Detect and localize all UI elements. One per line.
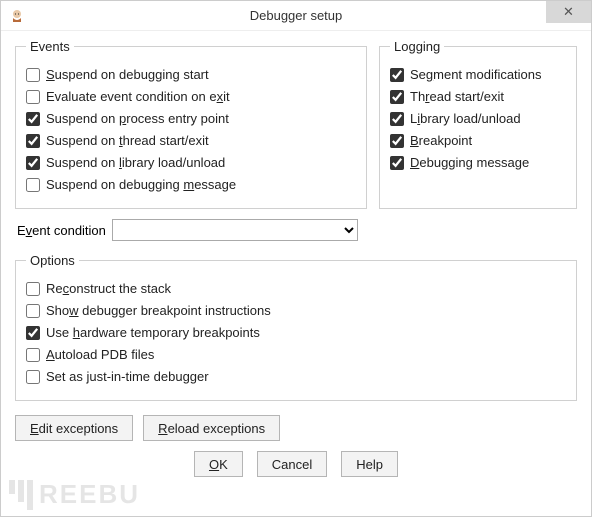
logging-item-label: Debugging message	[410, 154, 529, 172]
events-legend: Events	[26, 39, 74, 54]
window-title: Debugger setup	[1, 8, 591, 23]
events-item-label: Suspend on debugging start	[46, 66, 209, 84]
events-item-row: Suspend on debugging message	[26, 176, 356, 194]
logging-item-row: Debugging message	[390, 154, 566, 172]
help-button[interactable]: Help	[341, 451, 398, 477]
events-item-label: Suspend on process entry point	[46, 110, 229, 128]
events-item-checkbox-3[interactable]	[26, 134, 40, 148]
options-item-checkbox-4[interactable]	[26, 370, 40, 384]
options-item-checkbox-3[interactable]	[26, 348, 40, 362]
events-item-row: Suspend on debugging start	[26, 66, 356, 84]
logging-item-row: Library load/unload	[390, 110, 566, 128]
events-item-row: Suspend on process entry point	[26, 110, 356, 128]
options-item-row: Set as just-in-time debugger	[26, 368, 566, 386]
events-item-checkbox-5[interactable]	[26, 178, 40, 192]
ok-button[interactable]: OK	[194, 451, 243, 477]
logging-item-label: Thread start/exit	[410, 88, 504, 106]
options-item-label: Show debugger breakpoint instructions	[46, 302, 271, 320]
options-item-label: Reconstruct the stack	[46, 280, 171, 298]
events-group: Events Suspend on debugging start Evaluat…	[15, 39, 367, 209]
edit-exceptions-button[interactable]: Edit exceptions	[15, 415, 133, 441]
options-item-label: Set as just-in-time debugger	[46, 368, 209, 386]
dialog-body: Events Suspend on debugging start Evaluat…	[1, 31, 591, 491]
events-item-checkbox-2[interactable]	[26, 112, 40, 126]
logging-group: Logging Segment modifications Thread star…	[379, 39, 577, 209]
close-icon: ✕	[563, 4, 574, 19]
reload-exceptions-button[interactable]: Reload exceptions	[143, 415, 280, 441]
logging-item-label: Library load/unload	[410, 110, 521, 128]
events-item-row: Evaluate event condition on exit	[26, 88, 356, 106]
options-item-label: Use hardware temporary breakpoints	[46, 324, 260, 342]
logging-item-row: Segment modifications	[390, 66, 566, 84]
events-item-checkbox-1[interactable]	[26, 90, 40, 104]
cancel-button[interactable]: Cancel	[257, 451, 327, 477]
logging-item-checkbox-1[interactable]	[390, 90, 404, 104]
event-condition-row: Event condition	[17, 219, 575, 241]
logging-item-checkbox-0[interactable]	[390, 68, 404, 82]
events-item-row: Suspend on library load/unload	[26, 154, 356, 172]
logging-item-label: Breakpoint	[410, 132, 472, 150]
options-item-checkbox-2[interactable]	[26, 326, 40, 340]
logging-item-checkbox-4[interactable]	[390, 156, 404, 170]
events-item-checkbox-0[interactable]	[26, 68, 40, 82]
logging-item-row: Breakpoint	[390, 132, 566, 150]
events-item-label: Evaluate event condition on exit	[46, 88, 230, 106]
titlebar: Debugger setup ✕	[1, 1, 591, 31]
options-item-checkbox-0[interactable]	[26, 282, 40, 296]
options-item-checkbox-1[interactable]	[26, 304, 40, 318]
events-item-label: Suspend on library load/unload	[46, 154, 225, 172]
events-item-label: Suspend on debugging message	[46, 176, 236, 194]
options-item-row: Use hardware temporary breakpoints	[26, 324, 566, 342]
event-condition-select[interactable]	[112, 219, 358, 241]
events-item-checkbox-4[interactable]	[26, 156, 40, 170]
logging-legend: Logging	[390, 39, 444, 54]
options-item-label: Autoload PDB files	[46, 346, 154, 364]
logging-item-checkbox-2[interactable]	[390, 112, 404, 126]
options-item-row: Show debugger breakpoint instructions	[26, 302, 566, 320]
app-icon	[9, 8, 25, 24]
options-item-row: Reconstruct the stack	[26, 280, 566, 298]
logging-item-row: Thread start/exit	[390, 88, 566, 106]
logging-item-label: Segment modifications	[410, 66, 542, 84]
events-item-label: Suspend on thread start/exit	[46, 132, 209, 150]
options-legend: Options	[26, 253, 79, 268]
options-group: Options Reconstruct the stack Show debugg…	[15, 253, 577, 401]
events-item-row: Suspend on thread start/exit	[26, 132, 356, 150]
close-button[interactable]: ✕	[546, 1, 591, 23]
options-item-row: Autoload PDB files	[26, 346, 566, 364]
event-condition-label: Event condition	[17, 223, 106, 238]
logging-item-checkbox-3[interactable]	[390, 134, 404, 148]
